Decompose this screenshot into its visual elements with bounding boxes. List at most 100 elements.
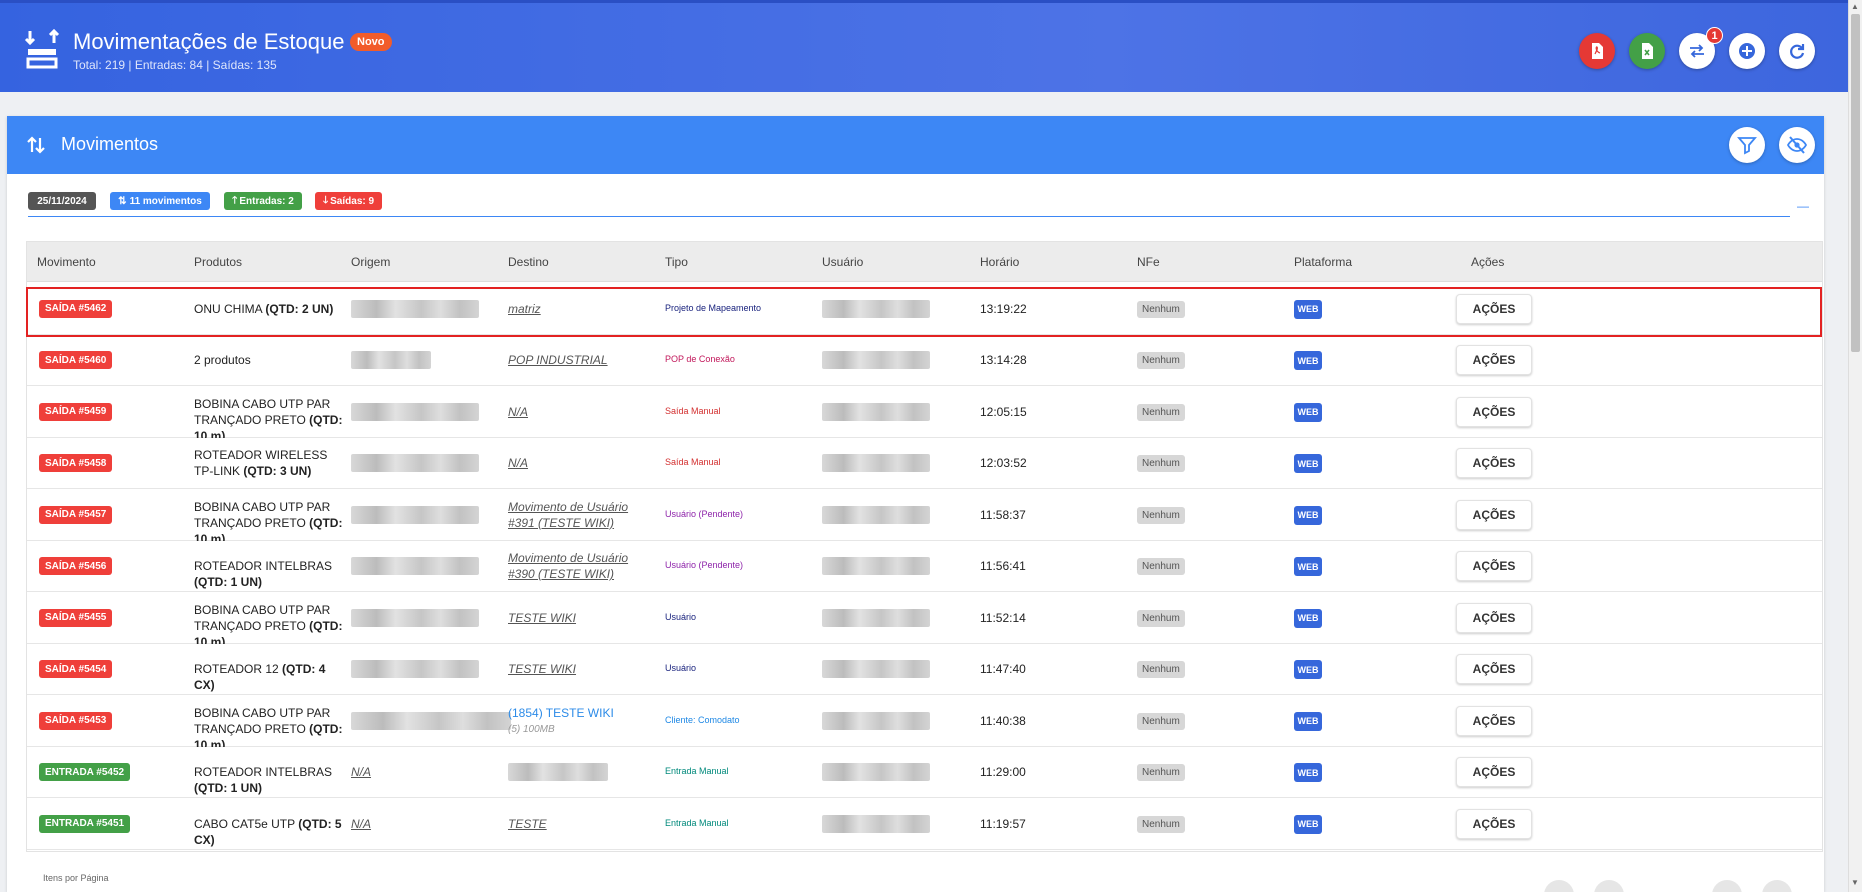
destination-link[interactable]: POP INDUSTRIAL (508, 352, 648, 368)
movement-id-badge[interactable]: SAÍDA #5453 (39, 711, 113, 730)
origin-link[interactable]: N/A (351, 816, 371, 832)
origin-redacted (351, 402, 479, 421)
nfe-badge: Nenhum (1137, 455, 1185, 473)
new-badge: Novo (350, 33, 392, 51)
scroll-up-arrow-icon[interactable]: ▲ (1851, 2, 1859, 11)
movement-type: Usuário (665, 611, 697, 622)
movement-type: Saída Manual (665, 405, 721, 416)
notification-count-badge: 1 (1706, 27, 1723, 44)
arrow-up-icon: 🡑 (232, 194, 238, 206)
actions-button[interactable]: AÇÕES (1456, 448, 1532, 479)
column-header-destino[interactable]: Destino (508, 255, 549, 269)
column-header-nfe[interactable]: NFe (1137, 255, 1160, 269)
user-redacted (822, 505, 930, 524)
hide-columns-button[interactable] (1779, 127, 1815, 163)
movements-table: Movimento Produtos Origem Destino Tipo U… (26, 241, 1823, 852)
origin-link[interactable]: N/A (351, 764, 371, 780)
actions-button[interactable]: AÇÕES (1456, 808, 1532, 839)
destination-link[interactable]: N/A (508, 404, 648, 420)
movement-time: 12:05:15 (980, 404, 1027, 419)
movement-time: 11:52:14 (980, 610, 1026, 625)
stock-movement-icon (24, 29, 60, 69)
nfe-badge: Nenhum (1137, 712, 1185, 730)
collapse-toggle[interactable]: — (1797, 199, 1809, 213)
actions-button[interactable]: AÇÕES (1456, 293, 1532, 324)
entradas-chip: 🡑 Entradas: 2 (224, 192, 302, 210)
movement-id-badge[interactable]: SAÍDA #5454 (39, 660, 113, 679)
actions-button[interactable]: AÇÕES (1456, 757, 1532, 788)
actions-button[interactable]: AÇÕES (1456, 499, 1532, 530)
actions-button[interactable]: AÇÕES (1456, 396, 1532, 427)
actions-button[interactable]: AÇÕES (1456, 705, 1532, 736)
movements-panel: Movimentos 25/11/2024 ⇅ 11 movimentos 🡑 En… (7, 116, 1824, 892)
movement-id-badge[interactable]: SAÍDA #5462 (39, 299, 113, 318)
swap-icon (1690, 44, 1704, 58)
destination-link[interactable]: TESTE (508, 816, 648, 832)
product-quantity: (QTD: 1 UN) (194, 575, 262, 590)
column-header-usuario[interactable]: Usuário (822, 255, 863, 269)
divider (28, 216, 1790, 217)
movement-type: Usuário (665, 663, 697, 674)
movement-time: 13:14:28 (980, 353, 1027, 368)
movement-time: 12:03:52 (980, 456, 1027, 471)
movement-id-badge[interactable]: ENTRADA #5451 (39, 814, 131, 833)
movement-time: 11:56:41 (980, 559, 1026, 574)
movement-id-badge[interactable]: SAÍDA #5459 (39, 402, 113, 421)
actions-button[interactable]: AÇÕES (1456, 602, 1532, 633)
table-row: ENTRADA #5451 CABO CAT5e UTP (QTD: 5 CX) N… (27, 798, 1822, 850)
page-header: Movimentações de Estoque Novo Total: 219… (0, 0, 1848, 92)
actions-button[interactable]: AÇÕES (1456, 551, 1532, 582)
movement-type: Usuário (Pendente) (665, 560, 744, 571)
origin-redacted (351, 505, 479, 524)
user-redacted (822, 454, 930, 473)
movement-id-badge[interactable]: SAÍDA #5460 (39, 351, 113, 370)
platform-badge: WEB (1294, 299, 1322, 319)
movement-id-badge[interactable]: ENTRADA #5452 (39, 763, 131, 782)
movements-count-chip: ⇅ 11 movimentos (110, 192, 210, 210)
scroll-down-arrow-icon[interactable]: ▼ (1851, 878, 1859, 887)
destination-link[interactable]: TESTE WIKI (508, 610, 648, 626)
movement-id-badge[interactable]: SAÍDA #5456 (39, 557, 113, 576)
actions-button[interactable]: AÇÕES (1456, 654, 1532, 685)
scroll-thumb[interactable] (1851, 14, 1860, 352)
add-movement-button[interactable] (1729, 33, 1765, 69)
pdf-export-button[interactable] (1579, 33, 1615, 69)
column-header-produtos[interactable]: Produtos (194, 255, 242, 269)
panel-title: Movimentos (61, 134, 159, 154)
movement-time: 13:19:22 (980, 301, 1027, 316)
origin-redacted (351, 557, 479, 576)
destination-link[interactable]: TESTE WIKI (508, 661, 648, 677)
destination-link[interactable]: Movimento de Usuário #390 (TESTE WIKI) (508, 550, 648, 582)
origin-redacted (351, 711, 511, 730)
table-row: SAÍDA #5457 BOBINA CABO UTP PAR TRANÇADO … (27, 489, 1822, 546)
product-name: ROTEADOR INTELBRAS (194, 559, 333, 574)
origin-redacted (351, 608, 479, 627)
refresh-button[interactable] (1779, 33, 1815, 69)
table-row: SAÍDA #5455 BOBINA CABO UTP PAR TRANÇADO … (27, 592, 1822, 649)
refresh-icon (1790, 44, 1805, 59)
column-header-movimento[interactable]: Movimento (37, 255, 96, 269)
platform-badge: WEB (1294, 608, 1322, 628)
column-header-origem[interactable]: Origem (351, 255, 390, 269)
table-row: SAÍDA #5462 ONU CHIMA (QTD: 2 UN) matriz Pr… (27, 283, 1822, 335)
destination-link[interactable]: (1854) TESTE WIKI (508, 705, 614, 721)
movement-time: 11:19:57 (980, 816, 1026, 831)
column-header-tipo[interactable]: Tipo (665, 255, 688, 269)
page-scrollbar[interactable]: ▲ ▼ (1848, 0, 1862, 892)
table-header: Movimento Produtos Origem Destino Tipo U… (27, 242, 1822, 282)
movement-id-badge[interactable]: SAÍDA #5458 (39, 454, 113, 473)
user-redacted (822, 402, 930, 421)
column-header-plataforma[interactable]: Plataforma (1294, 255, 1352, 269)
destination-link[interactable]: Movimento de Usuário #391 (TESTE WIKI) (508, 499, 648, 531)
movement-type: Cliente: Comodato (665, 714, 740, 725)
destination-link[interactable]: N/A (508, 455, 648, 471)
movement-id-badge[interactable]: SAÍDA #5455 (39, 608, 113, 627)
movement-id-badge[interactable]: SAÍDA #5457 (39, 505, 113, 524)
filter-button[interactable] (1729, 127, 1765, 163)
product-quantity: (QTD: 2 UN) (265, 301, 334, 316)
saidas-chip: 🡓 Saídas: 9 (315, 192, 382, 210)
column-header-horario[interactable]: Horário (980, 255, 1019, 269)
actions-button[interactable]: AÇÕES (1456, 345, 1532, 376)
destination-link[interactable]: matriz (508, 301, 648, 317)
excel-export-button[interactable] (1629, 33, 1665, 69)
